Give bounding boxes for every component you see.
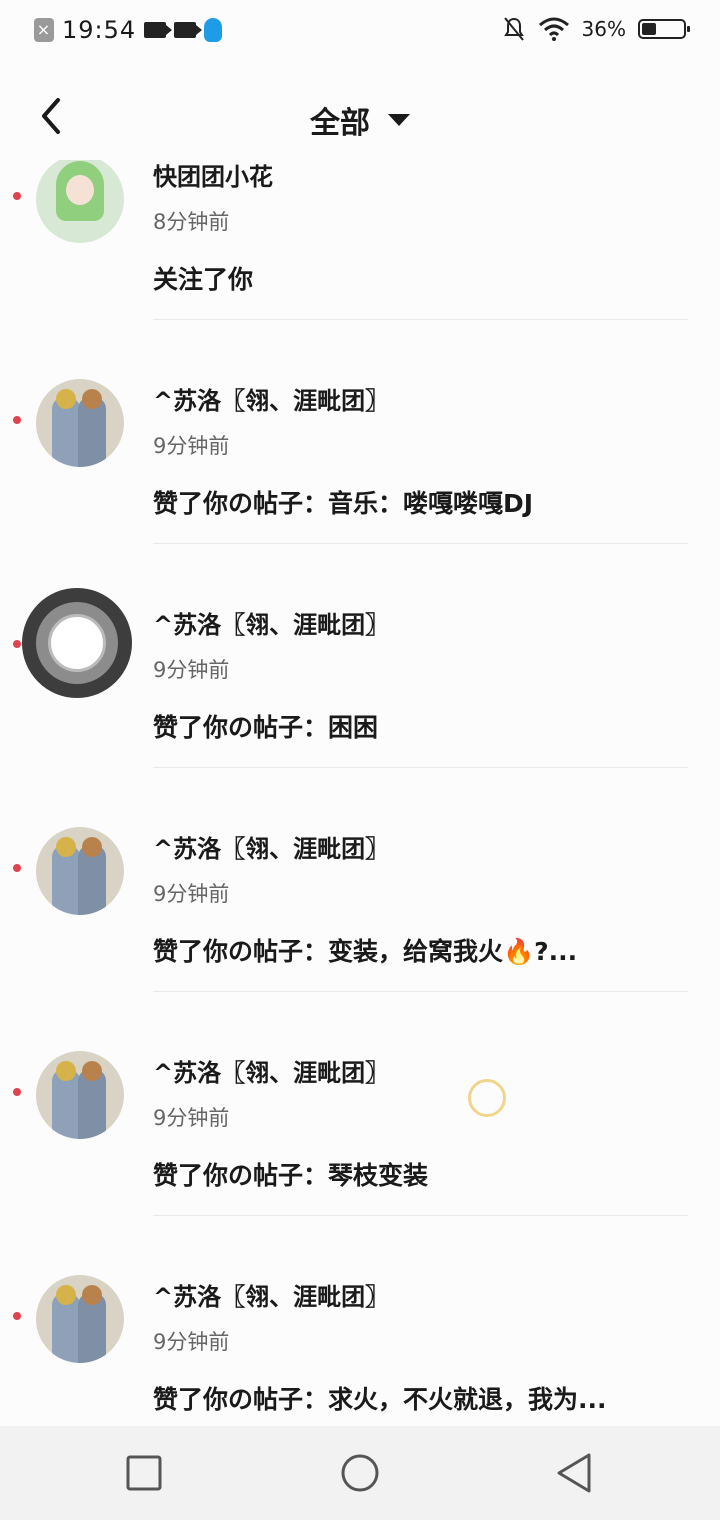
divider	[153, 319, 688, 320]
user-name[interactable]: ^苏洛〖翎、涯毗团〗	[153, 605, 389, 640]
header: 全部	[0, 80, 720, 160]
user-name[interactable]: ^苏洛〖翎、涯毗团〗	[153, 829, 389, 864]
notification-message: 赞了你の帖子：音乐：喽嘎喽嘎DJ	[153, 489, 534, 518]
user-name[interactable]: ^苏洛〖翎、涯毗团〗	[153, 1277, 389, 1312]
unread-dot	[13, 1312, 21, 1320]
status-right: 36%	[502, 16, 690, 42]
unread-dot	[13, 192, 21, 200]
timestamp: 9分钟前	[153, 434, 230, 458]
page-title: 全部	[310, 106, 370, 141]
battery-text: 36%	[581, 17, 626, 41]
back-icon[interactable]	[551, 1448, 601, 1498]
list-item[interactable]: ^苏洛〖翎、涯毗团〗 9分钟前 赞了你の帖子：琴枝变装	[0, 1014, 720, 1238]
status-bar: × 19:54 36%	[0, 0, 720, 64]
list-item[interactable]: ^苏洛〖翎、涯毗团〗 9分钟前 赞了你の帖子：困困	[0, 566, 720, 790]
avatar[interactable]	[36, 379, 124, 467]
timestamp: 8分钟前	[153, 210, 230, 234]
video-camera-icon	[144, 22, 173, 38]
notification-list[interactable]: 快团团小花 8分钟前 关注了你 ^苏洛〖翎、涯毗团〗 9分钟前 赞了你の帖子：音…	[0, 160, 720, 1426]
notification-message: 赞了你の帖子：琴枝变装	[153, 1161, 429, 1190]
battery-fill	[642, 23, 656, 35]
timestamp: 9分钟前	[153, 1106, 230, 1130]
list-item[interactable]: ^苏洛〖翎、涯毗团〗 9分钟前 赞了你の帖子：求火，不火就退，我为...	[0, 1238, 720, 1426]
avatar[interactable]	[36, 1051, 124, 1139]
recents-icon[interactable]	[119, 1448, 169, 1498]
divider	[153, 767, 688, 768]
wifi-icon	[538, 17, 569, 41]
user-name[interactable]: 快团团小花	[153, 160, 273, 192]
filter-dropdown[interactable]: 全部	[0, 98, 720, 142]
avatar[interactable]	[22, 588, 132, 698]
clock: 19:54	[62, 16, 137, 44]
list-item[interactable]: ^苏洛〖翎、涯毗团〗 9分钟前 赞了你の帖子：变装，给窝我火🔥?...	[0, 790, 720, 1014]
unread-dot	[13, 640, 21, 648]
divider	[153, 1215, 688, 1216]
avatar[interactable]	[36, 827, 124, 915]
close-notification-icon: ×	[34, 18, 54, 42]
caret-down-icon	[388, 114, 410, 126]
divider	[153, 543, 688, 544]
list-item[interactable]: 快团团小花 8分钟前 关注了你	[0, 160, 720, 342]
notification-message: 赞了你の帖子：困困	[153, 713, 379, 742]
unread-dot	[13, 1088, 21, 1096]
unread-dot	[13, 864, 21, 872]
timestamp: 9分钟前	[153, 658, 230, 682]
user-name[interactable]: ^苏洛〖翎、涯毗团〗	[153, 1053, 389, 1088]
notification-message: 赞了你の帖子：变装，给窝我火🔥?...	[153, 937, 578, 966]
unread-dot	[13, 416, 21, 424]
notification-message: 赞了你の帖子：求火，不火就退，我为...	[153, 1385, 607, 1414]
navigation-bar	[0, 1426, 720, 1520]
home-icon[interactable]	[335, 1448, 385, 1498]
divider	[153, 991, 688, 992]
video-icon	[174, 22, 203, 38]
timestamp: 9分钟前	[153, 882, 230, 906]
avatar[interactable]	[36, 1275, 124, 1363]
list-item[interactable]: ^苏洛〖翎、涯毗团〗 9分钟前 赞了你の帖子：音乐：喽嘎喽嘎DJ	[0, 342, 720, 566]
user-name[interactable]: ^苏洛〖翎、涯毗团〗	[153, 381, 389, 416]
battery-icon	[638, 19, 690, 39]
touch-indicator	[468, 1079, 506, 1117]
timestamp: 9分钟前	[153, 1330, 230, 1354]
mute-bell-icon	[503, 17, 524, 41]
qq-icon	[204, 18, 223, 42]
notification-message: 关注了你	[153, 265, 254, 294]
status-left: × 19:54	[34, 16, 223, 44]
avatar[interactable]	[36, 160, 124, 243]
